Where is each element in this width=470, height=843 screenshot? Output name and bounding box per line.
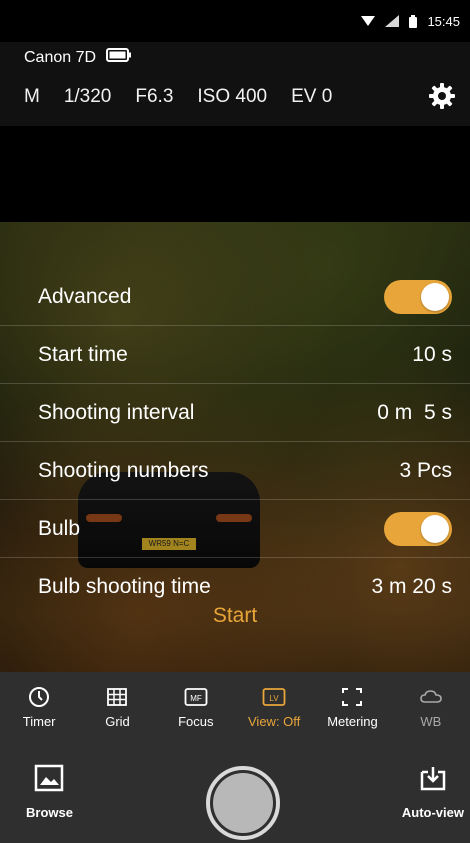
tab-metering[interactable]: Metering: [313, 686, 391, 729]
cloud-icon: [419, 686, 443, 708]
bulb-toggle-knob: [421, 514, 449, 543]
start-button[interactable]: Start: [0, 604, 470, 628]
shooting-numbers-value[interactable]: 3 Pcs: [399, 459, 452, 483]
shutter-button[interactable]: [206, 766, 280, 840]
camera-name: Canon 7D: [24, 48, 132, 67]
row-start-time[interactable]: Start time 10 s: [0, 326, 470, 384]
autoview-button[interactable]: Auto-view: [402, 764, 464, 820]
browse-label: Browse: [26, 805, 73, 820]
iso-value[interactable]: ISO 400: [197, 86, 267, 108]
function-tabs: Timer Grid MF Focus LV View: Off Meterin…: [0, 686, 470, 729]
tab-timer[interactable]: Timer: [0, 686, 78, 729]
mf-icon: MF: [184, 686, 208, 708]
live-view-preview: WR59 N=C Advanced Start time 10 s Shooti…: [0, 126, 470, 672]
gallery-icon: [34, 764, 64, 795]
camera-battery-icon: [106, 48, 132, 67]
row-bulb: Bulb: [0, 500, 470, 558]
tab-grid[interactable]: Grid: [78, 686, 156, 729]
shooting-interval-value[interactable]: 0 m 5 s: [377, 401, 452, 425]
tab-view-label: View: Off: [248, 714, 301, 729]
browse-button[interactable]: Browse: [26, 764, 73, 820]
tab-focus-label: Focus: [178, 714, 214, 729]
signal-icon: [385, 15, 400, 27]
grid-icon: [106, 686, 128, 708]
start-time-label: Start time: [38, 342, 128, 366]
tab-grid-label: Grid: [105, 714, 130, 729]
row-advanced: Advanced: [0, 268, 470, 326]
shooting-interval-label: Shooting interval: [38, 400, 195, 424]
start-time-value[interactable]: 10 s: [412, 343, 452, 367]
mode-value[interactable]: M: [24, 86, 40, 108]
svg-text:MF: MF: [190, 694, 202, 703]
advanced-label: Advanced: [38, 284, 132, 308]
timer-settings-panel: Advanced Start time 10 s Shooting interv…: [0, 268, 470, 616]
tab-wb[interactable]: WB: [392, 686, 470, 729]
autoview-download-icon: [418, 764, 448, 795]
status-time: 15:45: [427, 13, 460, 29]
metering-icon: [340, 686, 364, 708]
settings-gear-icon[interactable]: [428, 82, 456, 110]
bulb-time-value[interactable]: 3 m 20 s: [371, 575, 452, 599]
camera-model: Canon 7D: [24, 48, 97, 66]
wifi-icon: [361, 15, 376, 27]
shutter-value[interactable]: 1/320: [64, 86, 112, 108]
status-bar: 15:45: [0, 0, 470, 42]
row-shooting-numbers[interactable]: Shooting numbers 3 Pcs: [0, 442, 470, 500]
bottom-toolbar: Timer Grid MF Focus LV View: Off Meterin…: [0, 672, 470, 843]
camera-info-bar: Canon 7D M 1/320 F6.3 ISO 400 EV 0: [0, 42, 470, 126]
shutter-button-inner: [213, 773, 273, 833]
tab-timer-label: Timer: [22, 714, 56, 729]
lv-icon: LV: [262, 686, 286, 708]
ev-value[interactable]: EV 0: [291, 86, 332, 108]
tab-focus[interactable]: MF Focus: [157, 686, 235, 729]
bulb-label: Bulb: [38, 516, 81, 540]
shooting-numbers-label: Shooting numbers: [38, 458, 209, 482]
autoview-label: Auto-view: [401, 805, 464, 820]
advanced-toggle[interactable]: [384, 279, 452, 314]
battery-icon: [409, 14, 418, 28]
tab-view[interactable]: LV View: Off: [235, 686, 313, 729]
aperture-value[interactable]: F6.3: [135, 86, 173, 108]
timer-icon: [28, 686, 50, 708]
row-shooting-interval[interactable]: Shooting interval 0 m 5 s: [0, 384, 470, 442]
tab-metering-label: Metering: [327, 714, 378, 729]
bulb-toggle[interactable]: [384, 511, 452, 546]
bulb-time-label: Bulb shooting time: [38, 575, 211, 598]
advanced-toggle-knob: [421, 282, 449, 311]
tab-wb-label: WB: [420, 714, 442, 729]
exposure-params: M 1/320 F6.3 ISO 400 EV 0: [24, 86, 332, 108]
svg-text:LV: LV: [270, 694, 280, 703]
